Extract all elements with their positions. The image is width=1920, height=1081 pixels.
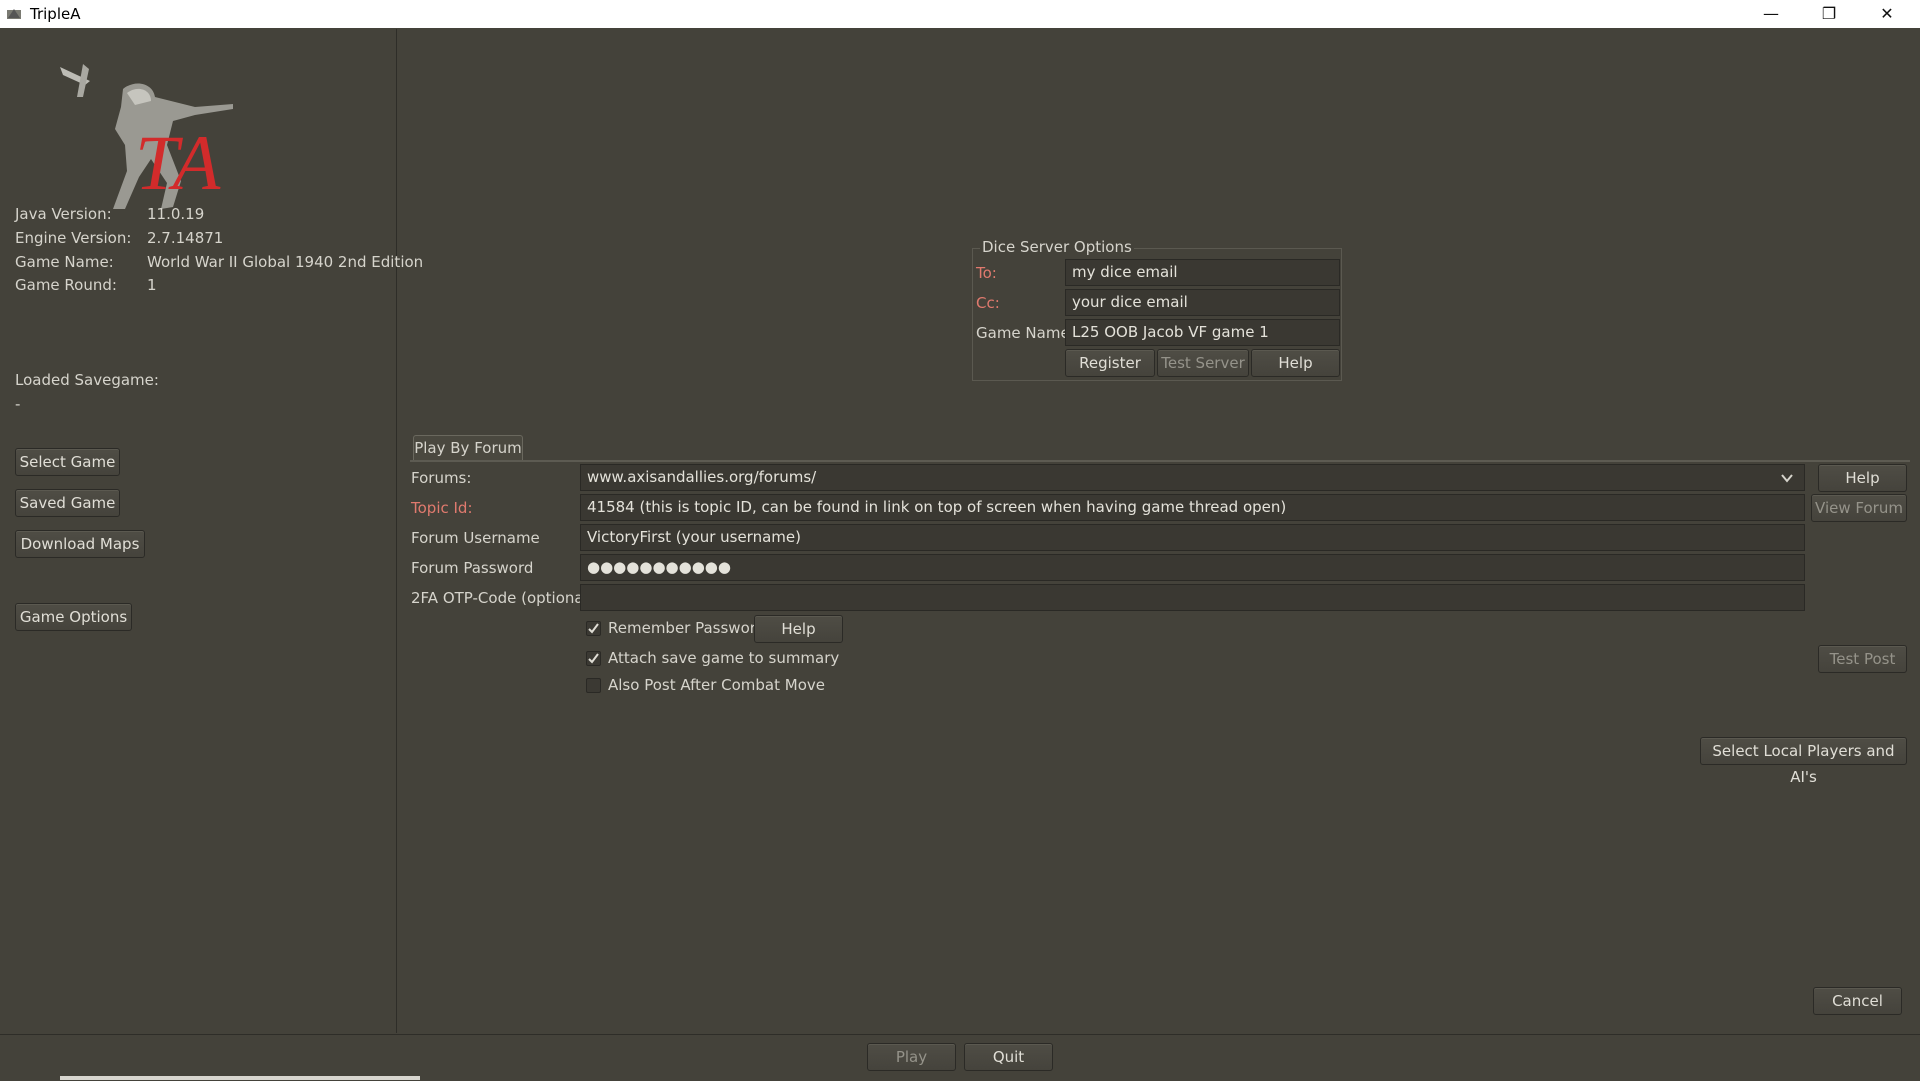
- loaded-savegame-value: -: [15, 395, 21, 413]
- otp-code-input[interactable]: [580, 584, 1805, 611]
- java-version-label: Java Version:: [15, 205, 112, 223]
- checkmark-icon: [588, 653, 599, 664]
- tab-play-by-forum[interactable]: Play By Forum: [413, 435, 523, 461]
- game-options-button[interactable]: Game Options: [15, 603, 132, 631]
- title-bar: TripleA — ❐ ✕: [0, 0, 1920, 28]
- java-version-value: 11.0.19: [147, 205, 205, 223]
- forum-password-label: Forum Password: [411, 559, 534, 577]
- download-maps-button[interactable]: Download Maps: [15, 530, 145, 558]
- left-panel: TA Java Version: 11.0.19 Engine Version:…: [0, 29, 423, 1033]
- loaded-savegame-label: Loaded Savegame:: [15, 371, 159, 389]
- game-round-label: Game Round:: [15, 276, 117, 294]
- game-round-value: 1: [147, 276, 157, 294]
- dice-game-name-input[interactable]: L25 OOB Jacob VF game 1: [1065, 319, 1340, 346]
- test-post-button[interactable]: Test Post: [1818, 645, 1907, 673]
- game-name-value: World War II Global 1940 2nd Edition: [147, 253, 424, 271]
- test-server-button[interactable]: Test Server: [1157, 349, 1249, 377]
- checkmark-icon: [588, 623, 599, 634]
- forums-help-button[interactable]: Help: [1818, 464, 1907, 492]
- remember-help-button[interactable]: Help: [754, 615, 843, 643]
- tab-divider: [410, 460, 1910, 462]
- dice-to-label: To:: [976, 264, 997, 282]
- saved-game-button[interactable]: Saved Game: [15, 489, 120, 517]
- dice-server-options-title: Dice Server Options: [980, 238, 1134, 256]
- svg-text:TA: TA: [135, 119, 221, 206]
- engine-version-label: Engine Version:: [15, 229, 132, 247]
- window-title: TripleA: [30, 5, 81, 23]
- attach-save-label[interactable]: Attach save game to summary: [608, 649, 839, 667]
- quit-button[interactable]: Quit: [964, 1043, 1053, 1071]
- app-icon: [7, 9, 21, 19]
- java-version-row: Java Version: 11.0.19: [15, 205, 395, 225]
- game-round-row: Game Round: 1: [15, 276, 395, 296]
- close-button[interactable]: ✕: [1858, 0, 1916, 28]
- game-name-row: Game Name: World War II Global 1940 2nd …: [15, 253, 423, 273]
- select-local-players-button[interactable]: Select Local Players and AI's: [1700, 737, 1907, 786]
- forum-username-label: Forum Username: [411, 529, 540, 547]
- remember-password-checkbox[interactable]: [586, 621, 601, 636]
- dice-to-input[interactable]: my dice email: [1065, 259, 1340, 286]
- dice-cc-input[interactable]: your dice email: [1065, 289, 1340, 316]
- forum-username-input[interactable]: VictoryFirst (your username): [580, 524, 1805, 551]
- forums-label: Forums:: [411, 469, 472, 487]
- bottom-bar: [0, 1034, 1920, 1081]
- otp-code-label: 2FA OTP-Code (optional): [411, 589, 594, 607]
- dice-help-button[interactable]: Help: [1251, 349, 1340, 377]
- dice-cc-label: Cc:: [976, 294, 1000, 312]
- topic-id-label: Topic Id:: [411, 499, 473, 517]
- engine-version-value: 2.7.14871: [147, 229, 224, 247]
- cancel-button[interactable]: Cancel: [1813, 987, 1902, 1015]
- register-button[interactable]: Register: [1065, 349, 1155, 377]
- chevron-down-icon: [1781, 474, 1793, 483]
- dice-game-name-label: Game Name:: [976, 324, 1075, 342]
- taskbar-strip: [60, 1076, 420, 1080]
- topic-id-input[interactable]: 41584 (this is topic ID, can be found in…: [580, 494, 1805, 521]
- game-name-label: Game Name:: [15, 253, 114, 271]
- remember-password-label[interactable]: Remember Password: [608, 619, 765, 637]
- forums-select[interactable]: www.axisandallies.org/forums/: [580, 464, 1805, 491]
- select-game-button[interactable]: Select Game: [15, 448, 120, 476]
- also-post-label[interactable]: Also Post After Combat Move: [608, 676, 825, 694]
- forums-select-value: www.axisandallies.org/forums/: [587, 468, 817, 486]
- attach-save-checkbox[interactable]: [586, 651, 601, 666]
- minimize-button[interactable]: —: [1742, 0, 1800, 28]
- play-button[interactable]: Play: [867, 1043, 956, 1071]
- forum-password-input[interactable]: ●●●●●●●●●●●: [580, 554, 1805, 581]
- view-forum-button[interactable]: View Forum: [1811, 494, 1907, 522]
- engine-version-row: Engine Version: 2.7.14871: [15, 229, 395, 249]
- maximize-button[interactable]: ❐: [1800, 0, 1858, 28]
- also-post-checkbox[interactable]: [586, 678, 601, 693]
